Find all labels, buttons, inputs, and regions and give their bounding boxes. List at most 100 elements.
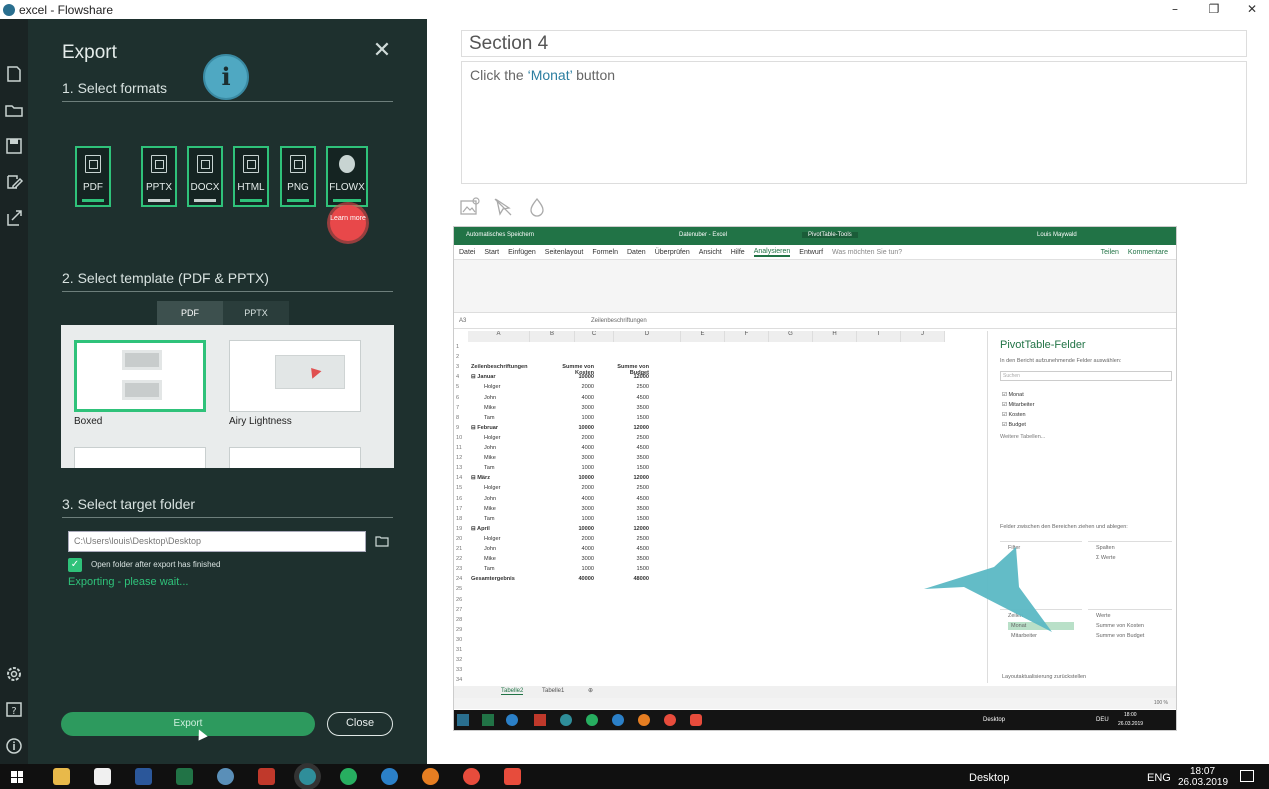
table-row[interactable]: 8 Tam 1000 1500 bbox=[454, 414, 984, 424]
table-row[interactable]: 34 bbox=[454, 676, 984, 686]
cell-b[interactable]: 4000 bbox=[552, 496, 594, 502]
cell-c[interactable]: 4500 bbox=[607, 445, 649, 451]
menu-hilfe[interactable]: Hilfe bbox=[731, 249, 745, 256]
table-row[interactable]: 12 Mike 3000 3500 bbox=[454, 454, 984, 464]
app-icon[interactable] bbox=[217, 768, 234, 785]
cell-b[interactable]: 2000 bbox=[552, 536, 594, 542]
browse-folder-icon[interactable] bbox=[375, 534, 389, 547]
template-airy-thumbnail[interactable] bbox=[229, 340, 361, 412]
cell-a[interactable]: Holger bbox=[484, 384, 500, 390]
cell-a[interactable]: Tam bbox=[484, 415, 495, 421]
cell-a[interactable]: ⊟ Februar bbox=[471, 425, 498, 431]
cell-c[interactable]: 3500 bbox=[607, 556, 649, 562]
start-button[interactable] bbox=[11, 771, 23, 783]
table-row[interactable]: 26 bbox=[454, 596, 984, 606]
format-pdf-button[interactable]: PDF bbox=[75, 146, 111, 207]
menu-einfuegen[interactable]: Einfügen bbox=[508, 249, 536, 256]
pivot-field-checkbox[interactable]: ☑ Mitarbeiter bbox=[1002, 400, 1034, 410]
menu-start[interactable]: Start bbox=[484, 249, 499, 256]
cell-a[interactable]: ⊟ März bbox=[471, 475, 490, 481]
cell-c[interactable]: 4500 bbox=[607, 496, 649, 502]
cell-a[interactable]: John bbox=[484, 496, 496, 502]
column-header[interactable]: F bbox=[725, 331, 769, 342]
table-row[interactable]: 16 John 4000 4500 bbox=[454, 495, 984, 505]
cursor-toggle-icon[interactable] bbox=[492, 196, 514, 218]
cell-c[interactable]: 1500 bbox=[607, 516, 649, 522]
table-row[interactable]: 9 ⊟ Februar 10000 12000 bbox=[454, 424, 984, 434]
column-header[interactable]: E bbox=[681, 331, 725, 342]
cell-c[interactable]: 12000 bbox=[607, 374, 649, 380]
table-row[interactable]: 7 Mike 3000 3500 bbox=[454, 404, 984, 414]
column-header[interactable]: H bbox=[813, 331, 857, 342]
window-close-button[interactable]: ✕ bbox=[1233, 0, 1269, 19]
formula-content[interactable]: Zeilenbeschriftungen bbox=[591, 318, 647, 324]
format-html-button[interactable]: HTML bbox=[233, 146, 269, 207]
table-row[interactable]: 17 Mike 3000 3500 bbox=[454, 505, 984, 515]
cell-reference[interactable]: A3 bbox=[459, 318, 466, 324]
cell-b[interactable]: 3000 bbox=[552, 405, 594, 411]
cell-b[interactable]: 10000 bbox=[552, 425, 594, 431]
cell-a[interactable]: Gesamtergebnis bbox=[471, 576, 515, 582]
section-title-input[interactable]: Section 4 bbox=[461, 30, 1247, 57]
flowshare-icon[interactable] bbox=[299, 768, 316, 785]
firefox-icon[interactable] bbox=[422, 768, 439, 785]
color-drop-icon[interactable] bbox=[526, 196, 548, 218]
cell-a[interactable]: John bbox=[484, 395, 496, 401]
edge-icon[interactable] bbox=[381, 768, 398, 785]
pivot-field-checkbox[interactable]: ☑ Kosten bbox=[1002, 410, 1034, 420]
column-header[interactable]: J bbox=[901, 331, 945, 342]
cell-b[interactable]: 10000 bbox=[552, 475, 594, 481]
table-row[interactable]: 1 bbox=[454, 343, 984, 353]
edit-icon[interactable] bbox=[4, 172, 24, 192]
cell-b[interactable]: 2000 bbox=[552, 384, 594, 390]
cell-b[interactable]: 1000 bbox=[552, 415, 594, 421]
export-button[interactable]: Export bbox=[61, 712, 315, 736]
cell-c[interactable]: 1500 bbox=[607, 415, 649, 421]
cell-a[interactable]: Holger bbox=[484, 485, 500, 491]
cell-c[interactable]: 3500 bbox=[607, 455, 649, 461]
cell-b[interactable]: 3000 bbox=[552, 506, 594, 512]
about-icon[interactable] bbox=[4, 736, 24, 756]
table-row[interactable]: 27 bbox=[454, 606, 984, 616]
cell-b[interactable]: 4000 bbox=[552, 445, 594, 451]
export-close-icon[interactable]: ✕ bbox=[371, 40, 393, 63]
more-tables-link[interactable]: Weitere Tabellen... bbox=[1000, 434, 1045, 440]
cell-c[interactable]: 4500 bbox=[607, 546, 649, 552]
new-document-icon[interactable] bbox=[4, 64, 24, 84]
cell-a[interactable]: Tam bbox=[484, 566, 495, 572]
cell-b[interactable]: 3000 bbox=[552, 556, 594, 562]
column-header[interactable]: G bbox=[769, 331, 813, 342]
values-area[interactable]: Werte Summe von Kosten Summe von Budget bbox=[1088, 609, 1172, 669]
cell-c[interactable]: 48000 bbox=[607, 576, 649, 582]
cell-a[interactable]: John bbox=[484, 546, 496, 552]
save-icon[interactable] bbox=[4, 136, 24, 156]
slack-icon[interactable] bbox=[258, 768, 275, 785]
table-row[interactable]: 19 ⊟ April 10000 12000 bbox=[454, 525, 984, 535]
cell-b[interactable]: 1000 bbox=[552, 516, 594, 522]
share-button[interactable]: Teilen bbox=[1101, 249, 1119, 256]
word-icon[interactable] bbox=[135, 768, 152, 785]
cell-b[interactable]: 4000 bbox=[552, 395, 594, 401]
menu-datei[interactable]: Datei bbox=[459, 249, 475, 256]
excel-icon[interactable] bbox=[176, 768, 193, 785]
taskbar-desktop-label[interactable]: Desktop bbox=[969, 772, 1009, 784]
close-button[interactable]: Close bbox=[327, 712, 393, 736]
learn-more-badge[interactable]: Learn more bbox=[330, 205, 366, 241]
table-row[interactable]: 24 Gesamtergebnis 40000 48000 bbox=[454, 575, 984, 585]
table-row[interactable]: 5 Holger 2000 2500 bbox=[454, 383, 984, 393]
cell-c[interactable]: 2500 bbox=[607, 384, 649, 390]
info-icon[interactable]: i bbox=[203, 54, 249, 100]
cell-c[interactable]: 1500 bbox=[607, 566, 649, 572]
table-row[interactable]: 18 Tam 1000 1500 bbox=[454, 515, 984, 525]
values-area-item[interactable]: Summe von Kosten bbox=[1096, 622, 1164, 630]
table-row[interactable]: 31 bbox=[454, 646, 984, 656]
cell-a[interactable]: Tam bbox=[484, 465, 495, 471]
checkmark-app-icon[interactable] bbox=[340, 768, 357, 785]
notepad-icon[interactable] bbox=[94, 768, 111, 785]
format-flowx-button[interactable]: FLOWX bbox=[326, 146, 368, 207]
table-row[interactable]: 25 bbox=[454, 585, 984, 595]
column-header[interactable]: B bbox=[530, 331, 575, 342]
table-row[interactable]: 14 ⊟ März 10000 12000 bbox=[454, 474, 984, 484]
template-boxed-thumbnail[interactable] bbox=[74, 340, 206, 412]
cell-b[interactable]: 2000 bbox=[552, 485, 594, 491]
